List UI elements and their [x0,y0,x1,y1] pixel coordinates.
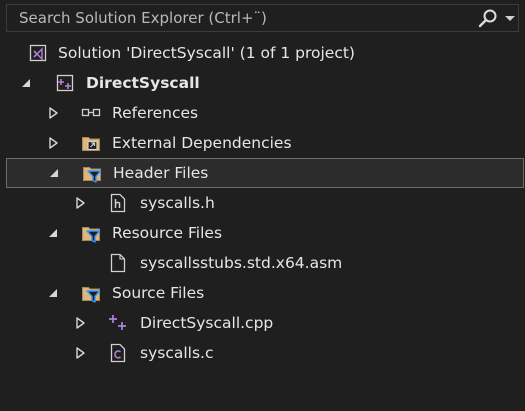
references-icon [81,103,101,123]
filter-folder-icon [81,223,101,243]
collapse-arrow-icon[interactable] [46,286,60,300]
c-file-icon [108,343,128,363]
tree-item-label: External Dependencies [112,134,292,152]
search-icon[interactable] [476,7,500,29]
tree-item-solution-directsyscall-1-of-1-project[interactable]: Solution 'DirectSyscall' (1 of 1 project… [0,38,525,68]
tree-item-label: Resource Files [112,224,223,242]
collapse-arrow-icon[interactable] [47,166,61,180]
filter-folder-icon [81,283,101,303]
tree-item-source-files[interactable]: Source Files [0,278,525,308]
tree-item-references[interactable]: References [0,98,525,128]
tree-item-resource-files[interactable]: Resource Files [0,218,525,248]
tree-item-syscallsstubs-std-x64-asm[interactable]: syscallsstubs.std.x64.asm [0,248,525,278]
cpp-file-icon [108,313,128,333]
expand-arrow-icon[interactable] [46,106,60,120]
expand-arrow-icon[interactable] [73,316,87,330]
tree-item-label: syscalls.c [140,344,214,362]
external-dependencies-icon [81,133,101,153]
tree-item-external-dependencies[interactable]: External Dependencies [0,128,525,158]
tree-item-label: Solution 'DirectSyscall' (1 of 1 project… [58,44,355,62]
collapse-arrow-icon[interactable] [19,76,33,90]
tree-item-label: Source Files [112,284,205,302]
tree-item-syscalls-c[interactable]: syscalls.c [0,338,525,368]
filter-folder-icon [82,163,102,183]
tree-item-label: syscallsstubs.std.x64.asm [140,254,343,272]
search-input[interactable] [7,5,479,31]
tree-item-directsyscall-cpp[interactable]: DirectSyscall.cpp [0,308,525,338]
tree-item-label: References [112,104,199,122]
expand-arrow-icon[interactable] [73,346,87,360]
expand-arrow-icon[interactable] [73,196,87,210]
cpp-project-icon [55,73,75,93]
tree-item-label: DirectSyscall [86,74,200,92]
tree-item-label: syscalls.h [140,194,215,212]
tree-item-syscalls-h[interactable]: syscalls.h [0,188,525,218]
tree-item-label: Header Files [113,164,209,182]
expand-arrow-icon[interactable] [46,136,60,150]
collapse-arrow-icon[interactable] [46,226,60,240]
tree-item-directsyscall[interactable]: DirectSyscall [0,68,525,98]
search-bar [6,4,519,32]
header-file-icon [108,193,128,213]
solution-icon [28,43,48,63]
tree-item-header-files[interactable]: Header Files [6,158,524,188]
tree-item-label: DirectSyscall.cpp [140,314,274,332]
search-options-dropdown-icon[interactable] [502,7,518,29]
file-icon [108,253,128,273]
